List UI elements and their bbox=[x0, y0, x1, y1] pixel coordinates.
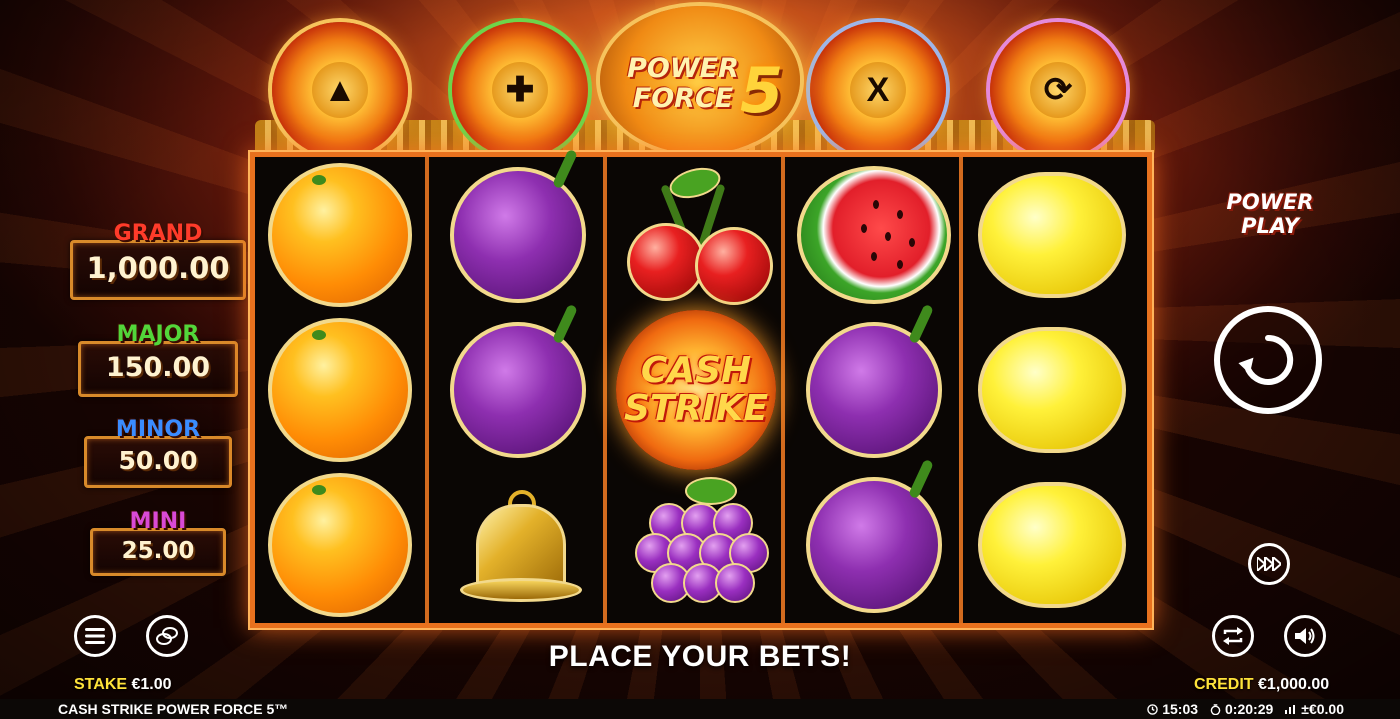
jackpot-grand: GRAND 1,000.00 bbox=[70, 221, 246, 300]
jackpot-grand-label: GRAND bbox=[113, 221, 203, 246]
status-message: PLACE YOUR BETS! bbox=[548, 640, 852, 673]
spin-button[interactable] bbox=[1214, 306, 1322, 414]
feature-coin-multiply: X bbox=[810, 22, 946, 158]
symbol-orange bbox=[255, 467, 425, 622]
timer-icon bbox=[1210, 703, 1221, 715]
credit-display: CREDIT €1,000.00 bbox=[1194, 676, 1329, 694]
plus-icon: ✚ bbox=[492, 62, 548, 118]
spin-icon bbox=[1238, 334, 1294, 385]
clock-icon bbox=[1147, 703, 1158, 715]
bottom-status-bar: CASH STRIKE POWER FORCE 5™ 15:03 0:20:29… bbox=[0, 699, 1400, 719]
clock-time: 15:03 bbox=[1162, 701, 1199, 717]
game-name: CASH STRIKE POWER FORCE 5™ bbox=[58, 701, 289, 717]
chart-icon bbox=[1285, 704, 1296, 714]
respin-icon: ⟳ bbox=[1030, 62, 1086, 118]
session-status: 15:03 0:20:29 ±€0.00 bbox=[1147, 701, 1344, 717]
clock: 15:03 bbox=[1147, 701, 1198, 717]
reel-grid: CASH STRIKE bbox=[250, 152, 1152, 628]
symbol-cash-strike: CASH STRIKE bbox=[611, 309, 781, 470]
multiply-icon: X bbox=[850, 62, 906, 118]
reel-5 bbox=[967, 157, 1141, 623]
jackpot-major-value: 150.00 bbox=[105, 352, 211, 383]
arrow-up-icon: ▲ bbox=[312, 62, 368, 118]
jackpot-mini: MINI 25.00 bbox=[90, 509, 226, 576]
symbol-plum bbox=[433, 157, 603, 312]
session-time: 0:20:29 bbox=[1225, 701, 1274, 717]
session-timer: 0:20:29 bbox=[1210, 701, 1273, 717]
symbol-watermelon bbox=[789, 157, 959, 312]
power-play-line2: PLAY bbox=[1241, 214, 1299, 238]
symbol-orange bbox=[255, 157, 425, 312]
jackpot-minor-value: 50.00 bbox=[118, 446, 198, 475]
symbol-bell bbox=[433, 467, 603, 622]
feature-coin-respin: ⟳ bbox=[990, 22, 1126, 158]
symbol-cherries bbox=[611, 157, 781, 312]
credit-label: CREDIT bbox=[1194, 676, 1254, 693]
feature-coin-collect: ✚ bbox=[452, 22, 588, 158]
cash-strike-line1: CASH bbox=[640, 349, 752, 391]
reel-1 bbox=[255, 157, 429, 623]
jackpot-mini-label: MINI bbox=[129, 509, 187, 534]
power-play-line1: POWER bbox=[1226, 190, 1314, 214]
stake-display: STAKE €1.00 bbox=[74, 676, 172, 694]
symbol-plum bbox=[433, 312, 603, 467]
stake-value: €1.00 bbox=[131, 676, 172, 693]
jackpot-major-label: MAJOR bbox=[116, 322, 200, 347]
net-value: ±€0.00 bbox=[1301, 701, 1344, 717]
stake-label: STAKE bbox=[74, 676, 128, 693]
jackpot-mini-value: 25.00 bbox=[121, 538, 195, 564]
jackpot-minor-label: MINOR bbox=[115, 417, 201, 442]
power-play-button[interactable]: POWER PLAY bbox=[1218, 190, 1322, 238]
jackpot-grand-value: 1,000.00 bbox=[86, 251, 230, 285]
cash-strike-line2: STRIKE bbox=[623, 387, 769, 429]
reel-4 bbox=[789, 157, 963, 623]
net-result: ±€0.00 bbox=[1285, 701, 1344, 717]
symbol-lemon bbox=[967, 312, 1137, 467]
jackpot-major: MAJOR 150.00 bbox=[78, 322, 238, 397]
symbol-plum bbox=[789, 467, 959, 622]
symbol-grapes bbox=[611, 467, 781, 622]
credit-value: €1,000.00 bbox=[1258, 676, 1330, 693]
symbol-plum bbox=[789, 312, 959, 467]
symbol-orange bbox=[255, 312, 425, 467]
symbol-lemon bbox=[967, 157, 1137, 312]
reel-3: CASH STRIKE bbox=[611, 157, 785, 623]
symbol-lemon bbox=[967, 467, 1137, 622]
fast-forward-icon bbox=[1257, 557, 1281, 571]
logo-number: 5 bbox=[740, 54, 784, 127]
feature-coin-boost: ▲ bbox=[272, 22, 408, 158]
turbo-button[interactable] bbox=[1248, 543, 1290, 585]
jackpot-minor: MINOR 50.00 bbox=[84, 417, 232, 488]
reel-2 bbox=[433, 157, 607, 623]
